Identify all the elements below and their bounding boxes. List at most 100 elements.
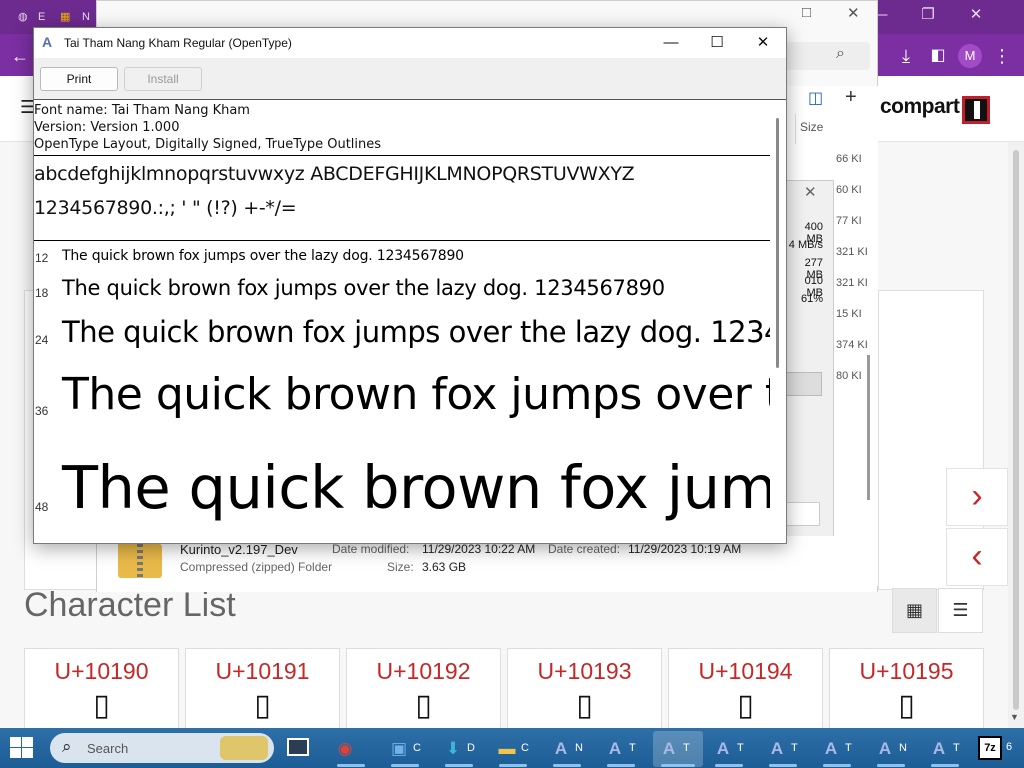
font-viewer-icon: A	[770, 739, 784, 758]
dialog-input[interactable]	[786, 502, 820, 526]
character-glyph: ▯	[737, 689, 754, 722]
dialog-close-button[interactable]: ✕	[804, 183, 817, 201]
font-viewer-titlebar[interactable]: A Tai Tham Nang Kham Regular (OpenType) …	[34, 28, 786, 58]
search-highlight-art-icon[interactable]	[220, 736, 268, 760]
font-viewer-icon: A	[878, 739, 892, 758]
sample-text: The quick brown fox jumps over the lazy …	[62, 276, 665, 300]
scroll-down-arrow-icon[interactable]: ▼	[1010, 712, 1019, 722]
running-indicator	[877, 764, 905, 767]
taskbar-app-chrome[interactable]: ◉	[329, 731, 376, 767]
sevenzip-icon[interactable]: 7z	[978, 736, 1002, 760]
windows-logo-icon	[10, 737, 21, 747]
grid-view-button[interactable]: ▦	[892, 588, 937, 633]
font-preview-area: Font name: Tai Tham Nang Kham Version: V…	[34, 101, 770, 543]
print-button[interactable]: Print	[40, 67, 118, 91]
running-indicator	[499, 764, 527, 767]
font-viewer-app-icon: A	[42, 34, 53, 50]
browser-tab-2-icon[interactable]: ▦	[60, 6, 70, 28]
selected-file-name: Kurinto_v2.197_Dev	[180, 542, 298, 557]
taskbar-search-placeholder: Search	[87, 741, 129, 756]
size-column-header[interactable]: Size	[800, 120, 823, 134]
explorer-maximize-button[interactable]: □	[802, 4, 811, 21]
next-block-button[interactable]: ›	[946, 468, 1008, 526]
sample-row: 48 The quick brown fox jumps over the la…	[34, 451, 770, 533]
page-scrollbar-thumb[interactable]	[1013, 150, 1019, 710]
taskbar-app-font-viewer[interactable]: A T	[761, 731, 811, 767]
taskbar-app-font-viewer-active[interactable]: A T	[653, 731, 703, 767]
taskbar-app-font-viewer[interactable]: A T	[599, 731, 649, 767]
folder-icon: ▬	[498, 739, 516, 758]
file-size: 80 KI	[836, 370, 862, 382]
character-glyph: ▯	[415, 689, 432, 722]
taskbar-app-downloads[interactable]: ⬇ D	[437, 731, 484, 767]
avatar[interactable]: M	[958, 44, 982, 68]
taskbar-app-font-viewer[interactable]: A N	[869, 731, 919, 767]
file-size: 60 KI	[836, 184, 862, 196]
running-indicator	[445, 764, 473, 767]
taskbar-app-label: T	[629, 742, 636, 754]
taskbar-app-label: C	[521, 742, 529, 754]
running-indicator	[931, 764, 959, 767]
character-card[interactable]: U+10195 ▯	[829, 648, 984, 738]
sidepanel-icon[interactable]: ◧	[926, 44, 950, 68]
taskbar-app-font-viewer[interactable]: A T	[707, 731, 757, 767]
download-icon[interactable]: ⤓	[894, 44, 918, 68]
task-view-icon[interactable]	[287, 738, 309, 756]
taskbar-app-font-viewer[interactable]: A T	[815, 731, 865, 767]
previous-block-button[interactable]: ‹	[946, 528, 1008, 586]
font-viewer-icon: A	[608, 739, 622, 758]
running-indicator	[391, 764, 419, 767]
search-icon[interactable]: ⌕	[836, 45, 845, 63]
downloads-icon: ⬇	[445, 739, 461, 758]
character-card[interactable]: U+10193 ▯	[507, 648, 662, 738]
close-button[interactable]: ✕	[740, 28, 786, 58]
explorer-close-button[interactable]: ✕	[847, 4, 860, 22]
taskbar-app-label: 6	[1006, 741, 1013, 753]
back-arrow-icon[interactable]: ←	[8, 44, 32, 68]
running-indicator	[661, 764, 695, 767]
windows-logo-icon	[22, 748, 33, 758]
taskbar-app-font-viewer[interactable]: A T	[923, 731, 971, 767]
taskbar-app-label: N	[575, 742, 583, 754]
browser-restore-button[interactable]: ❐	[904, 0, 952, 30]
taskbar-app-control-panel[interactable]: ▣ C	[383, 731, 430, 767]
menu-icon[interactable]: ⋮	[990, 44, 1014, 68]
divider	[34, 155, 770, 156]
font-viewer-scrollbar-thumb[interactable]	[776, 118, 779, 368]
browser-favicon-icon[interactable]: ◍	[18, 6, 28, 28]
taskbar-app-font-viewer[interactable]: A N	[545, 731, 595, 767]
date-modified-value: 11/29/2023 10:22 AM	[422, 542, 536, 556]
date-created-label: Date created:	[548, 542, 621, 556]
character-card[interactable]: U+10194 ▯	[668, 648, 823, 738]
taskbar-app-label: T	[683, 742, 690, 754]
sample-row: 12 The quick brown fox jumps over the la…	[34, 247, 770, 269]
date-modified-label: Date modified:	[332, 542, 410, 556]
taskbar-app-label: T	[737, 742, 744, 754]
character-card[interactable]: U+10192 ▯	[346, 648, 501, 738]
minimize-button[interactable]: —	[648, 28, 694, 58]
font-viewer-icon: A	[554, 739, 568, 758]
browser-tab-1[interactable]: E	[38, 6, 45, 28]
maximize-button[interactable]: ☐	[694, 28, 740, 58]
site-logo[interactable]: compart	[880, 95, 960, 119]
date-created-value: 11/29/2023 10:19 AM	[628, 542, 742, 556]
site-logo-mark-icon	[962, 96, 990, 124]
search-icon: ⌕	[62, 737, 72, 756]
explorer-scrollbar-thumb[interactable]	[867, 355, 870, 500]
size-label: Size:	[387, 560, 414, 574]
control-panel-icon: ▣	[390, 739, 408, 758]
sample-size-label: 36	[35, 404, 49, 418]
character-card[interactable]: U+10191 ▯	[185, 648, 340, 738]
start-button[interactable]	[10, 737, 34, 759]
install-button[interactable]: Install	[124, 67, 202, 91]
browser-tab-2[interactable]: N	[82, 6, 90, 28]
browser-close-button[interactable]: ✕	[952, 0, 1000, 30]
list-view-button[interactable]: ☰	[938, 588, 983, 633]
taskbar-app-file-explorer[interactable]: ▬ C	[491, 731, 538, 767]
details-pane-icon[interactable]: ◫	[808, 88, 823, 108]
font-viewer-icon: A	[716, 739, 730, 758]
character-card[interactable]: U+10190 ▯	[24, 648, 179, 738]
running-indicator	[715, 764, 743, 767]
sample-size-label: 48	[35, 500, 49, 514]
new-tab-plus-icon[interactable]: +	[845, 86, 857, 109]
